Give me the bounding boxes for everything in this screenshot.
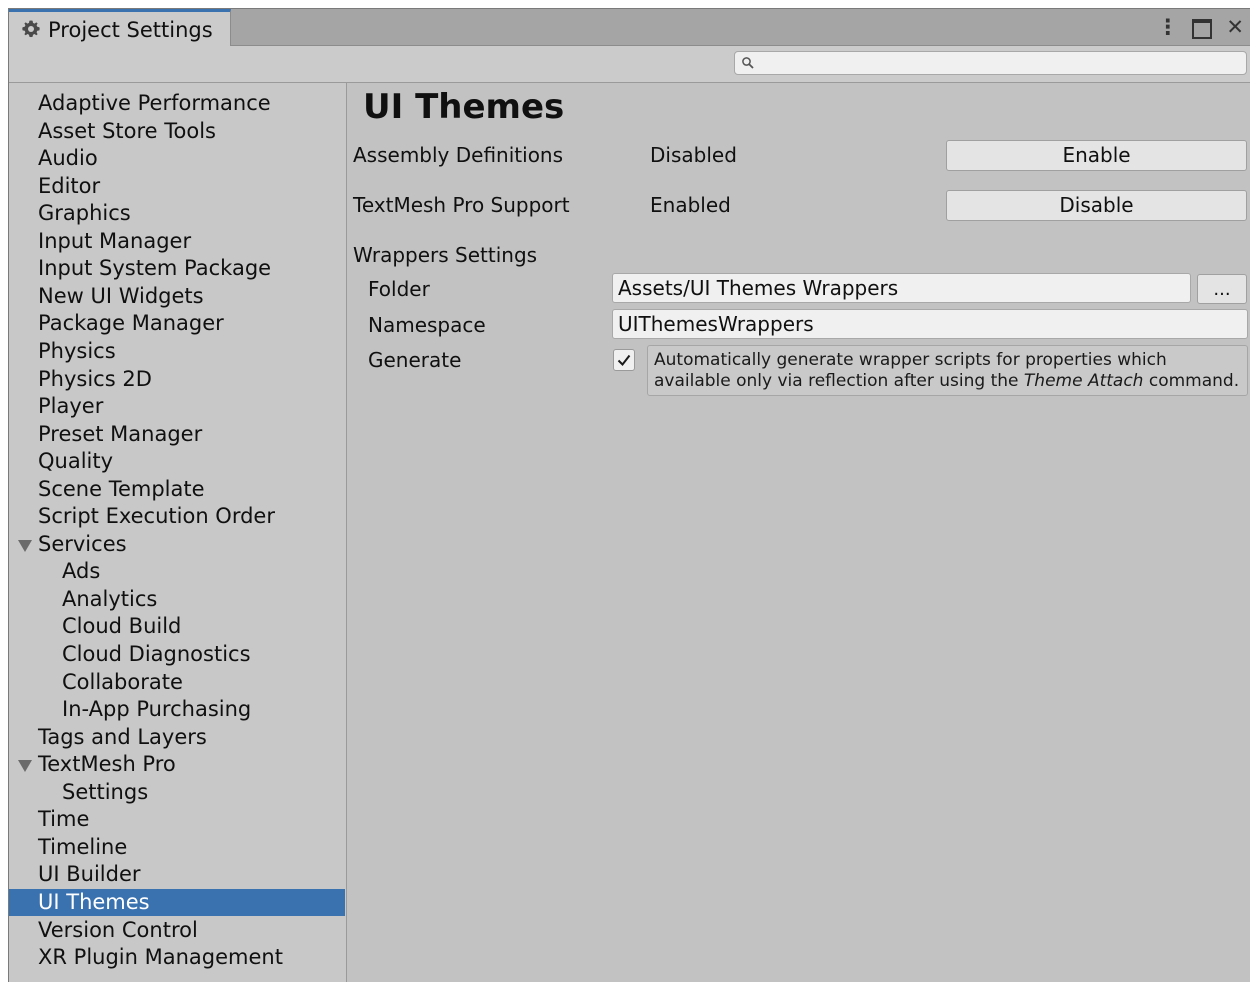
sidebar-item-label: Tags and Layers [38, 725, 207, 749]
settings-content: UI Themes Assembly Definitions Disabled … [347, 83, 1250, 982]
assembly-definitions-status: Disabled [650, 143, 737, 167]
sidebar-item-label: Asset Store Tools [38, 119, 216, 143]
namespace-label: Namespace [368, 313, 486, 337]
sidebar-item-label: Scene Template [38, 477, 205, 501]
sidebar-item-label: UI Builder [38, 862, 141, 886]
sidebar-item-time[interactable]: Time [9, 806, 345, 833]
sidebar-item-scene-template[interactable]: Scene Template [9, 476, 345, 503]
project-settings-window: Project Settings ⋮ ✕ Adaptive Performanc… [8, 8, 1250, 982]
help-text-command: Theme Attach [1023, 371, 1144, 391]
window-controls: ⋮ ✕ [1157, 14, 1244, 40]
sidebar-item-package-manager[interactable]: Package Manager [9, 310, 345, 337]
assembly-definitions-label: Assembly Definitions [353, 143, 564, 167]
folder-field[interactable]: Assets/UI Themes Wrappers [612, 273, 1191, 303]
sidebar-item-label: Cloud Diagnostics [62, 642, 251, 666]
disable-button[interactable]: Disable [946, 190, 1247, 221]
sidebar-item-label: Input System Package [38, 256, 272, 280]
maximize-icon[interactable] [1192, 19, 1213, 39]
sidebar-item-cloud-diagnostics[interactable]: Cloud Diagnostics [9, 641, 345, 668]
sidebar-item-asset-store-tools[interactable]: Asset Store Tools [9, 118, 345, 145]
tab-bar: Project Settings ⋮ ✕ [9, 9, 1250, 46]
sidebar-item-label: Settings [62, 780, 149, 804]
sidebar-item-label: Package Manager [38, 311, 224, 335]
sidebar-item-editor[interactable]: Editor [9, 173, 345, 200]
sidebar-item-textmesh-pro[interactable]: TextMesh Pro [9, 751, 345, 778]
toolbar [9, 46, 1250, 83]
textmeshpro-support-label: TextMesh Pro Support [353, 193, 570, 217]
sidebar-item-graphics[interactable]: Graphics [9, 200, 345, 227]
enable-button[interactable]: Enable [946, 140, 1247, 171]
sidebar-item-label: Timeline [38, 835, 128, 859]
sidebar-item-label: Player [38, 394, 104, 418]
tab-project-settings[interactable]: Project Settings [9, 9, 231, 46]
sidebar-item-analytics[interactable]: Analytics [9, 586, 345, 613]
sidebar-item-label: Collaborate [62, 670, 183, 694]
sidebar-item-label: Version Control [38, 918, 198, 942]
sidebar-item-label: Physics [38, 339, 116, 363]
generate-label: Generate [368, 348, 462, 372]
sidebar-item-label: Ads [62, 559, 101, 583]
browse-folder-button[interactable]: ... [1197, 274, 1247, 304]
sidebar-item-audio[interactable]: Audio [9, 145, 345, 172]
checkmark-icon [617, 354, 631, 367]
help-text-end: command. [1143, 371, 1240, 391]
sidebar-item-ads[interactable]: Ads [9, 558, 345, 585]
sidebar-item-label: Cloud Build [62, 614, 182, 638]
sidebar-item-label: New UI Widgets [38, 284, 204, 308]
sidebar-item-label: Graphics [38, 201, 131, 225]
page-title: UI Themes [363, 87, 565, 127]
sidebar-item-label: Quality [38, 449, 114, 473]
sidebar-item-collaborate[interactable]: Collaborate [9, 669, 345, 696]
sidebar-item-quality[interactable]: Quality [9, 448, 345, 475]
sidebar-item-physics[interactable]: Physics [9, 338, 345, 365]
expand-triangle-icon[interactable] [18, 540, 32, 552]
namespace-field[interactable]: UIThemesWrappers [612, 309, 1248, 339]
sidebar-item-ui-themes[interactable]: UI Themes [9, 889, 345, 916]
sidebar-item-input-manager[interactable]: Input Manager [9, 228, 345, 255]
sidebar-item-cloud-build[interactable]: Cloud Build [9, 613, 345, 640]
sidebar-item-input-system-package[interactable]: Input System Package [9, 255, 345, 282]
sidebar-item-label: Preset Manager [38, 422, 203, 446]
sidebar-item-label: UI Themes [38, 890, 150, 914]
sidebar-item-preset-manager[interactable]: Preset Manager [9, 421, 345, 448]
sidebar-item-services[interactable]: Services [9, 531, 345, 558]
sidebar-item-settings[interactable]: Settings [9, 779, 345, 806]
sidebar-item-label: Adaptive Performance [38, 91, 271, 115]
tab-title: Project Settings [48, 18, 213, 42]
textmeshpro-support-status: Enabled [650, 193, 731, 217]
sidebar-item-label: Services [38, 532, 127, 556]
sidebar-item-label: XR Plugin Management [38, 945, 283, 969]
close-icon[interactable]: ✕ [1226, 14, 1244, 40]
search-input[interactable] [734, 51, 1247, 75]
sidebar-item-in-app-purchasing[interactable]: In-App Purchasing [9, 696, 345, 723]
sidebar-item-adaptive-performance[interactable]: Adaptive Performance [9, 90, 345, 117]
sidebar-item-new-ui-widgets[interactable]: New UI Widgets [9, 283, 345, 310]
sidebar-item-label: Script Execution Order [38, 504, 275, 528]
sidebar-item-player[interactable]: Player [9, 393, 345, 420]
sidebar-item-version-control[interactable]: Version Control [9, 917, 345, 944]
sidebar-item-tags-and-layers[interactable]: Tags and Layers [9, 724, 345, 751]
sidebar-item-label: Physics 2D [38, 367, 152, 391]
sidebar-item-label: TextMesh Pro [38, 752, 176, 776]
sidebar-item-label: In-App Purchasing [62, 697, 252, 721]
sidebar-item-timeline[interactable]: Timeline [9, 834, 345, 861]
sidebar-item-label: Audio [38, 146, 98, 170]
sidebar-item-ui-builder[interactable]: UI Builder [9, 861, 345, 888]
generate-checkbox[interactable] [613, 349, 635, 371]
sidebar-item-label: Time [38, 807, 90, 831]
sidebar-item-label: Input Manager [38, 229, 192, 253]
search-icon [742, 57, 754, 69]
generate-help-box: Automatically generate wrapper scripts f… [647, 345, 1248, 396]
folder-label: Folder [368, 277, 430, 301]
settings-sidebar: Adaptive Performance Asset Store Tools Aud… [9, 83, 347, 982]
sidebar-item-xr-plugin-management[interactable]: XR Plugin Management [9, 944, 345, 971]
expand-triangle-icon[interactable] [18, 760, 32, 772]
sidebar-item-physics-2d[interactable]: Physics 2D [9, 366, 345, 393]
wrappers-settings-heading: Wrappers Settings [353, 243, 538, 267]
sidebar-item-script-execution-order[interactable]: Script Execution Order [9, 503, 345, 530]
sidebar-item-label: Analytics [62, 587, 158, 611]
sidebar-item-label: Editor [38, 174, 101, 198]
more-options-icon[interactable]: ⋮ [1157, 14, 1178, 40]
gear-icon [22, 20, 40, 38]
